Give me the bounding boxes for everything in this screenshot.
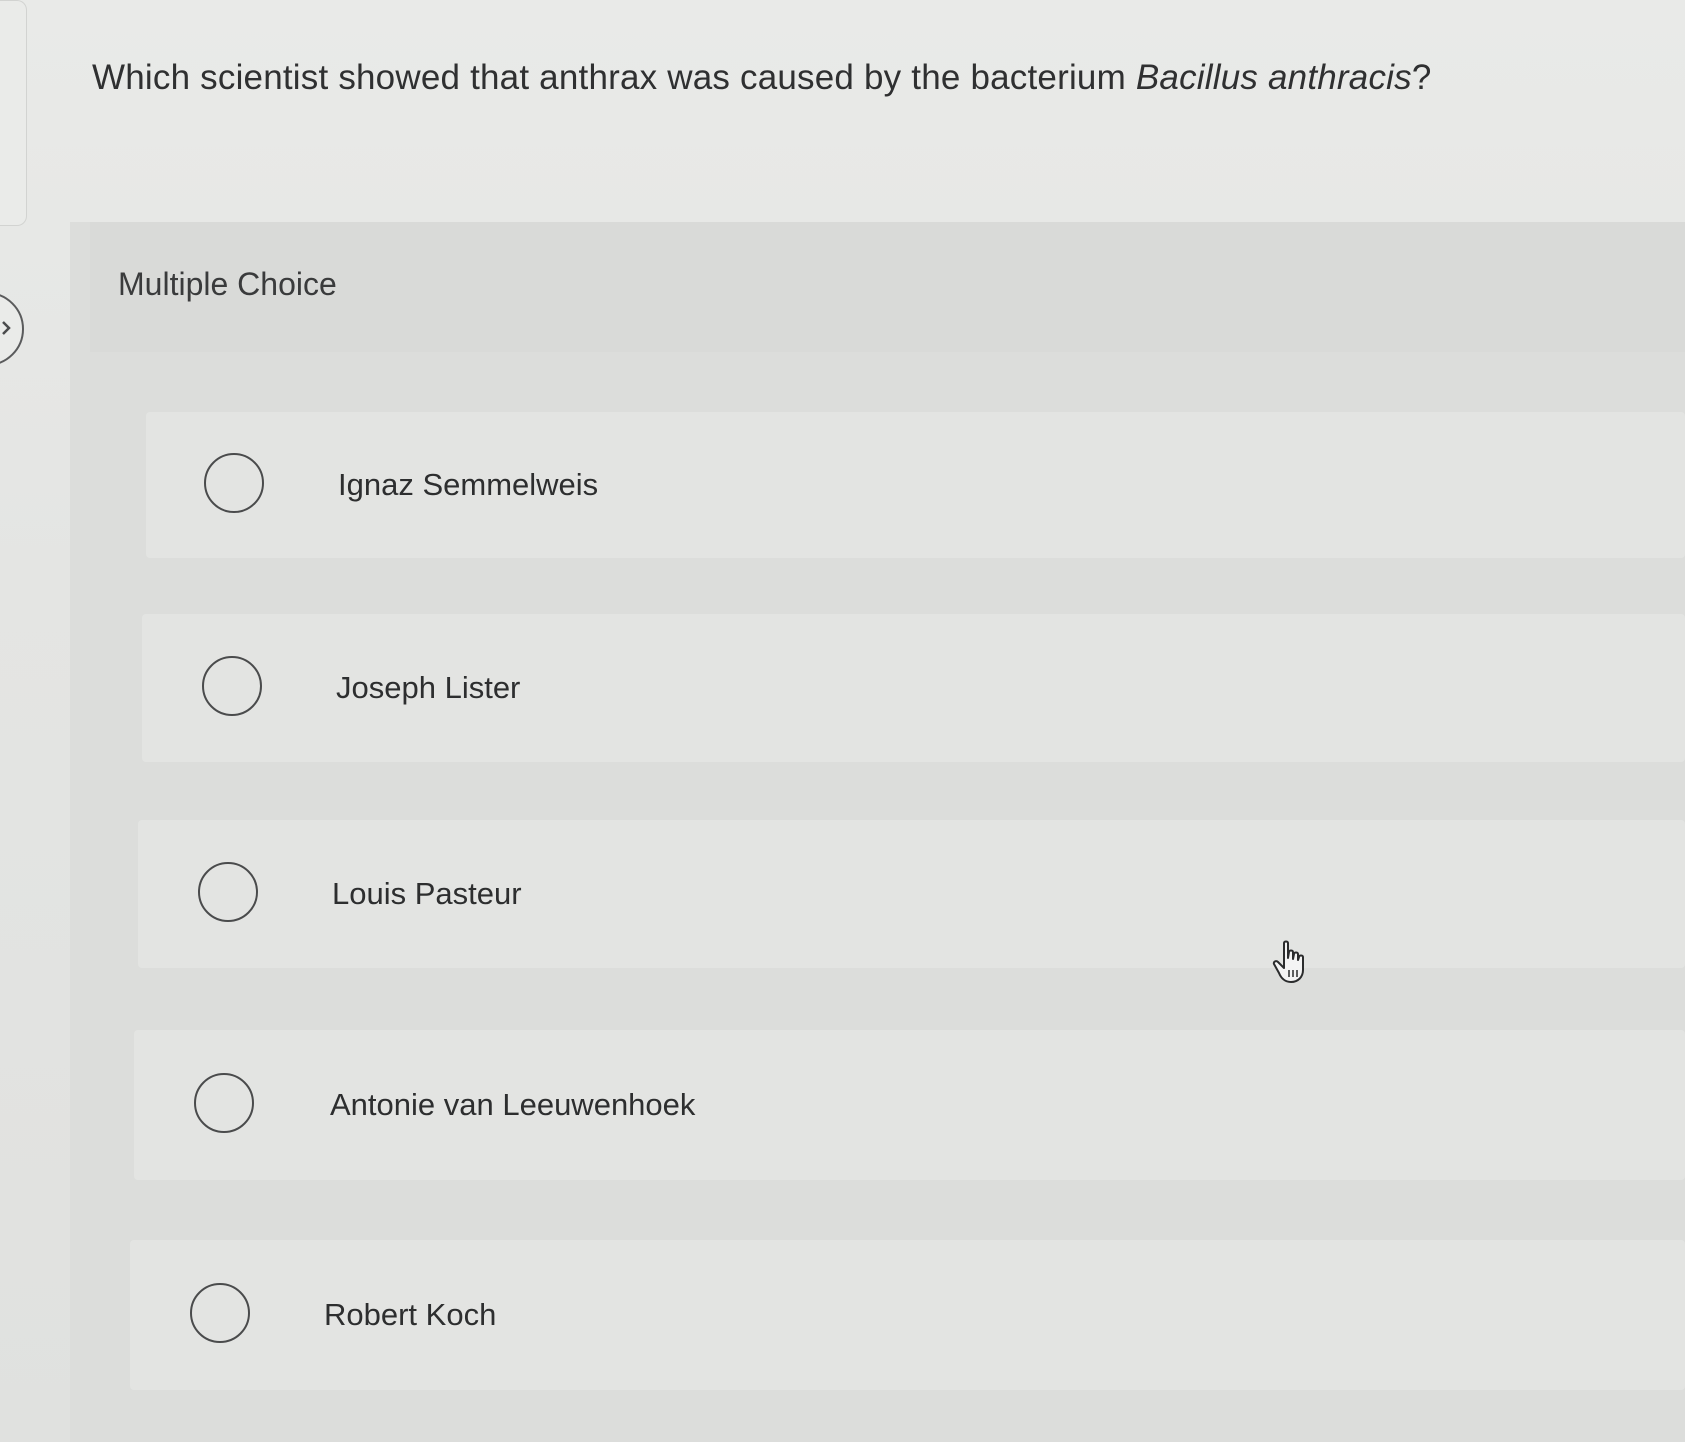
quiz-page: Which scientist showed that anthrax was …	[0, 0, 1685, 1442]
answer-option-label: Robert Koch	[324, 1297, 497, 1332]
answer-option-4[interactable]: Antonie van Leeuwenhoek	[134, 1030, 1685, 1180]
answer-option-label: Antonie van Leeuwenhoek	[330, 1087, 696, 1122]
question-prefix: Which scientist showed that anthrax was …	[92, 58, 1136, 97]
question-type-label: Multiple Choice	[118, 266, 337, 302]
radio-unselected-icon[interactable]	[202, 656, 262, 716]
radio-unselected-icon[interactable]	[204, 453, 264, 513]
question-suffix: ?	[1411, 58, 1432, 97]
answer-option-2[interactable]: Joseph Lister	[142, 614, 1685, 762]
radio-unselected-icon[interactable]	[198, 862, 258, 922]
answer-option-label: Ignaz Semmelweis	[338, 467, 599, 502]
answer-option-label: Joseph Lister	[336, 670, 521, 705]
answer-option-5[interactable]: Robert Koch	[130, 1240, 1685, 1390]
question-organism: Bacillus anthracis	[1135, 58, 1412, 97]
side-nav-button[interactable]	[0, 292, 24, 366]
answer-option-3[interactable]: Louis Pasteur	[138, 820, 1685, 968]
answer-option-label: Louis Pasteur	[332, 876, 522, 911]
hand-pointer-icon	[1272, 940, 1310, 989]
radio-unselected-icon[interactable]	[190, 1283, 250, 1343]
left-edge-panel	[0, 0, 27, 226]
chevron-right-icon	[2, 321, 11, 335]
answer-option-1[interactable]: Ignaz Semmelweis	[146, 412, 1685, 558]
radio-unselected-icon[interactable]	[194, 1073, 254, 1133]
question-text: Which scientist showed that anthrax was …	[92, 58, 1432, 98]
